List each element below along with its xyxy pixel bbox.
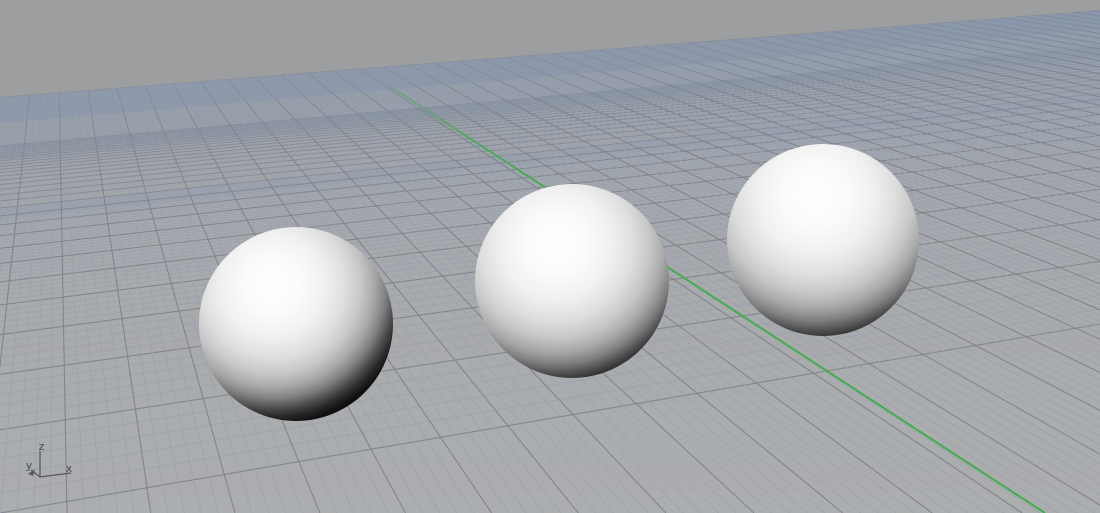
3d-viewport[interactable]: z x y [0,0,1100,513]
sphere-left[interactable] [199,227,393,421]
sphere-middle[interactable] [475,184,669,378]
gizmo-z-label: z [39,440,45,453]
gizmo-x-label: x [66,462,73,475]
sphere-right[interactable] [727,144,919,336]
gizmo-y-label: y [26,459,33,472]
viewport-canvas: z x y [0,0,1100,513]
